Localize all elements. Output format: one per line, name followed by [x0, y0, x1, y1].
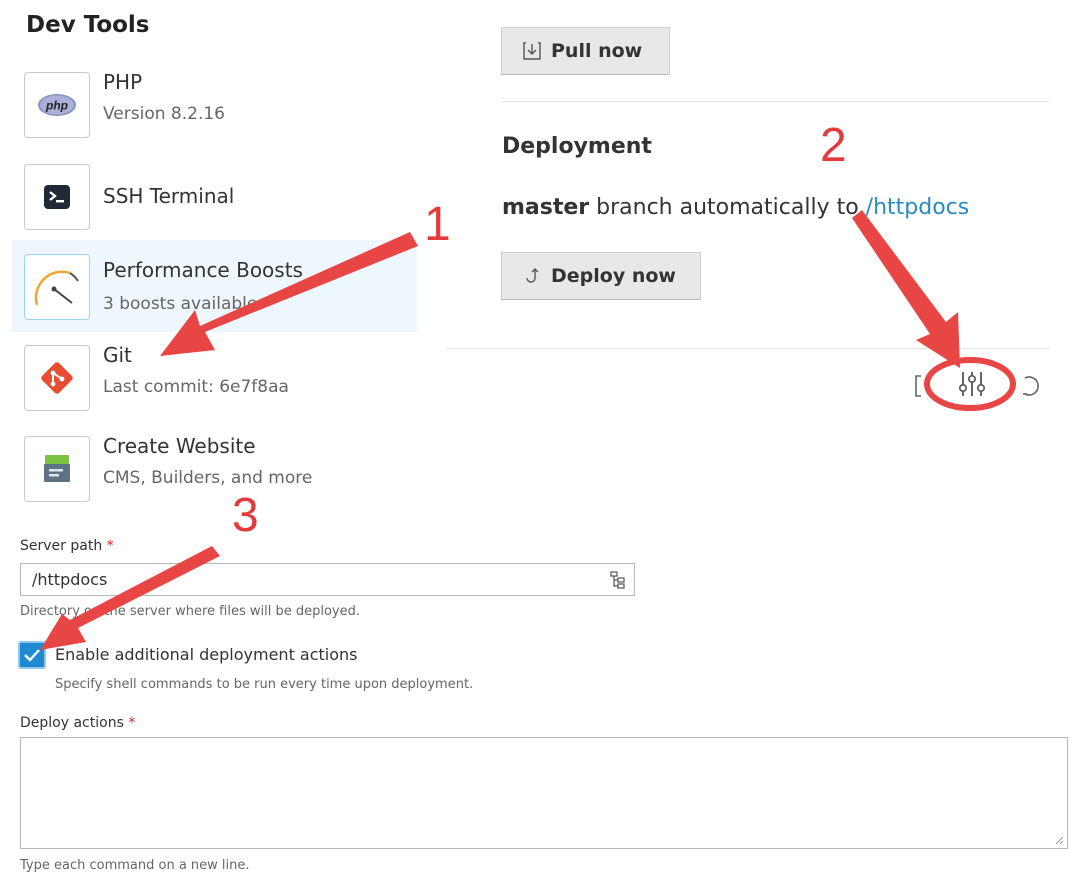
annotation-ellipse [924, 357, 1016, 411]
annotation-overlay [40, 210, 1016, 650]
annotation-arrow-1 [160, 232, 418, 356]
annotation-arrow-2 [852, 210, 960, 368]
annotation-label-3: 3 [232, 489, 259, 542]
annotation-label-2: 2 [820, 119, 847, 172]
annotation-label-1: 1 [424, 198, 451, 251]
annotation-arrow-3 [40, 546, 220, 650]
